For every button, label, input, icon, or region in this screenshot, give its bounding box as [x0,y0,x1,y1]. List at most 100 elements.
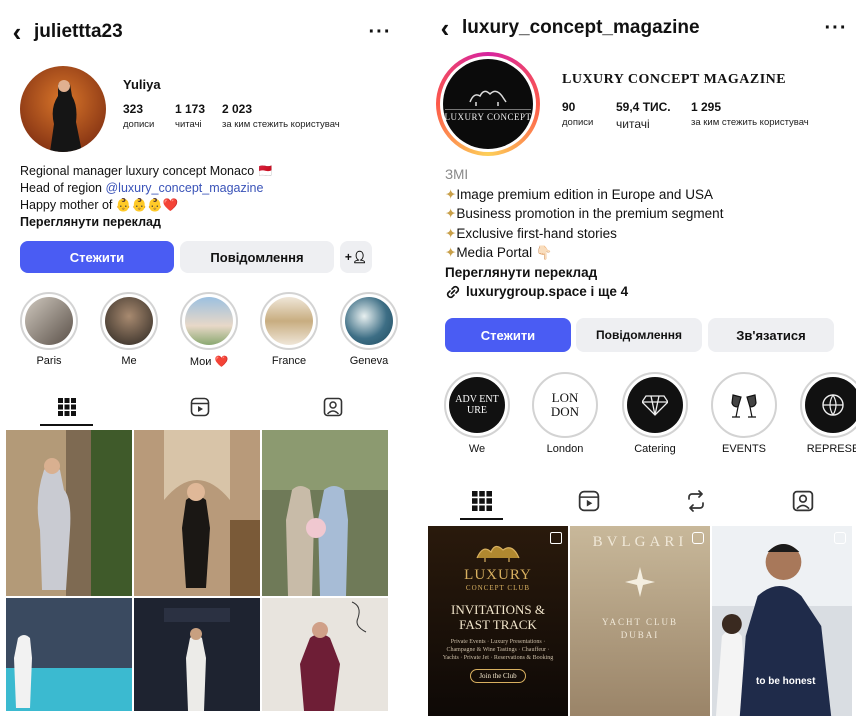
bio-line: Head of region @luxury_concept_magazine [20,181,264,195]
more-options-icon[interactable]: ··· [816,17,856,40]
tab-reposts[interactable] [642,482,749,520]
highlight-events[interactable]: EVENTS [711,372,777,455]
post-thumbnail[interactable] [134,598,260,711]
carousel-icon [550,532,562,544]
grid-icon [57,398,76,416]
bio-line: ✦Media Portal 👇🏻 [445,245,553,260]
highlight-represe[interactable]: REPRESE [800,372,856,455]
link-chain-icon [446,285,460,298]
tab-tagged[interactable] [267,388,400,426]
external-link[interactable]: luxurygroup.space і ще 4 [445,282,845,302]
stat-posts[interactable]: 323 дописи [123,102,154,130]
tab-tagged[interactable] [749,482,856,520]
post-thumbnail[interactable] [6,430,132,596]
highlight-label: London [546,443,584,455]
bio-line: ✦Business promotion in the premium segme… [445,206,724,221]
highlight-label: Catering [634,443,676,455]
tagged-icon [324,397,343,417]
stat-following[interactable]: 1 295 за ким стежить користувач [691,100,809,128]
post-grid [6,430,388,711]
highlight-paris[interactable]: Paris [20,292,78,367]
sparkle-icon: ✦ [445,206,457,221]
highlight-me[interactable]: Me [100,292,158,367]
highlight-label: Paris [36,355,62,367]
contact-button[interactable]: Зв'язатися [708,318,834,352]
profile-panel-juliettta: ‹ juliettta23 ··· Yuliya 323 дописи 1 173… [0,0,400,723]
add-user-button[interactable]: +👤︎ [340,241,372,273]
camel-logo-icon [469,90,507,106]
back-arrow-icon[interactable]: ‹ [428,13,462,44]
reels-icon [578,490,599,512]
highlight-catering[interactable]: Catering [622,372,688,455]
see-translation-link[interactable]: Переглянути переклад [20,214,390,231]
highlight-label: Geneva [349,355,389,367]
follow-button[interactable]: Стежити [445,318,571,352]
camel-logo-icon [476,545,520,562]
display-name: Yuliya [123,77,161,92]
tab-reels[interactable] [133,388,266,426]
star-icon [625,567,655,597]
profile-username: juliettta23 [34,21,123,42]
highlight-label: Me [121,355,137,367]
bio: ЗМІ ✦Image premium edition in Europe and… [445,165,845,302]
repost-icon [687,490,704,512]
champagne-glasses-icon [731,394,757,418]
message-button[interactable]: Повідомлення [576,318,702,352]
join-club-button: Join the Club [470,669,526,683]
bio-category: ЗМІ [445,167,469,182]
post-body: Private Events · Luxury Presentations · … [442,639,554,661]
display-name: LUXURY CONCEPT MAGAZINE [562,72,787,87]
bio: Regional manager luxury concept Monaco 🇲… [20,163,390,231]
bio-line: ✦Exclusive first-hand stories [445,225,617,241]
post-thumbnail[interactable] [6,598,132,711]
highlight-geneva[interactable]: Geneva [340,292,398,367]
post-thumbnail[interactable] [262,598,388,711]
avatar-story-ring[interactable]: LUXURY CONCEPT [436,52,540,156]
diamond-icon [642,395,668,416]
profile-header: ‹ juliettta23 ··· [0,12,400,52]
tagged-icon [792,490,813,512]
highlight-we[interactable]: ADV ENT URE We [444,372,510,455]
highlight-label: We [468,443,486,455]
stat-followers[interactable]: 59,4 ТИС. читачі [616,100,671,131]
highlight-label: EVENTS [721,443,766,455]
post-sub: CONCEPT CLUB [465,584,531,592]
tab-grid[interactable] [0,388,133,426]
avatar: LUXURY CONCEPT [443,59,533,149]
add-user-icon: +👤︎ [344,250,368,264]
profile-tabs [428,482,856,520]
post-thumbnail[interactable]: to be honest [712,526,852,716]
post-thumbnail[interactable] [134,430,260,596]
highlight-cover-text: ADV ENT URE [449,377,505,433]
bio-line: Happy mother of 👶👶👶❤️ [20,198,179,212]
tab-reels[interactable] [535,482,642,520]
profile-header: ‹ luxury_concept_magazine ··· [428,8,856,48]
highlight-london[interactable]: LON DON London [532,372,598,455]
highlight-moi[interactable]: Мои ❤️ [180,292,238,368]
message-button[interactable]: Повідомлення [180,241,334,273]
back-arrow-icon[interactable]: ‹ [0,17,34,48]
sparkle-icon: ✦ [445,245,457,260]
highlight-label: Мои ❤️ [189,356,229,368]
avatar[interactable] [20,66,106,152]
highlight-label: REPRESE [806,443,856,455]
post-thumbnail[interactable]: BVLGARI YACHT CLUB DUBAI [570,526,710,716]
highlight-france[interactable]: France [260,292,318,367]
post-sub: YACHT CLUB DUBAI [601,617,679,640]
stat-following[interactable]: 2 023 за ким стежить користувач [222,102,340,130]
tab-grid[interactable] [428,482,535,520]
stat-followers[interactable]: 1 173 читачі [175,102,205,130]
bio-line: Regional manager luxury concept Monaco 🇲… [20,164,274,178]
reels-icon [190,397,210,417]
avatar-brand-text: LUXURY CONCEPT [444,109,532,122]
follow-button[interactable]: Стежити [20,241,174,273]
profile-tabs [0,388,400,426]
post-thumbnail[interactable]: LUXURY CONCEPT CLUB INVITATIONS & FAST T… [428,526,568,716]
stat-posts[interactable]: 90 дописи [562,100,593,128]
post-title: INVITATIONS & FAST TRACK [451,602,545,632]
bio-mention-link[interactable]: @luxury_concept_magazine [105,181,263,195]
more-options-icon[interactable]: ··· [360,21,400,44]
post-thumbnail[interactable] [262,430,388,596]
see-translation-link[interactable]: Переглянути переклад [445,263,845,283]
sparkle-icon: ✦ [445,225,457,241]
